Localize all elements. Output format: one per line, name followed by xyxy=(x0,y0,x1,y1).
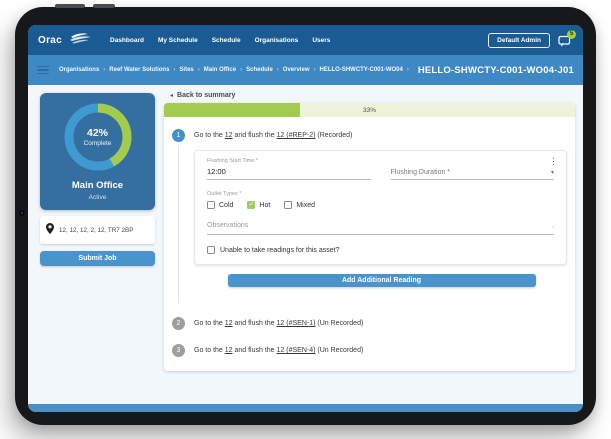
breadcrumb-separator-icon: › xyxy=(406,67,409,73)
breadcrumb-overview[interactable]: Overview xyxy=(283,67,310,73)
check-icon: ✓ xyxy=(248,200,255,208)
job-sidebar: 42% Complete Main Office Active 12, 12, … xyxy=(28,85,160,404)
unable-readings-checkbox[interactable]: ✓ Unable to take readings for this asset… xyxy=(207,246,554,254)
messages-icon[interactable]: 5 xyxy=(558,29,576,47)
outlet-types-group: ✓ Cold ✓ Hot ✓ xyxy=(207,201,554,209)
flushing-start-time-field[interactable]: Flushing Start Time * 12:00 xyxy=(207,158,371,180)
checkbox-cold[interactable]: ✓ Cold xyxy=(207,201,233,209)
breadcrumb-reef-water-solutions[interactable]: Reef Water Solutions xyxy=(109,67,169,73)
step-2-number: 2 xyxy=(172,317,185,330)
step-3-title: Go to the 12 and flush the 12 (#SEN-4) (… xyxy=(194,347,364,354)
add-additional-reading-button[interactable]: Add Additional Reading xyxy=(227,274,536,287)
breadcrumb-separator-icon: › xyxy=(276,67,279,73)
page-title: HELLO-SHWCTY-C001-WO04-J01 xyxy=(417,64,574,76)
resize-grip-icon: ⌟ xyxy=(551,223,554,229)
flushing-start-time-input[interactable]: 12:00 xyxy=(207,167,371,180)
step-1-number: 1 xyxy=(172,129,185,142)
step-3-number: 3 xyxy=(172,344,185,357)
back-to-summary-link[interactable]: ◂ Back to summary xyxy=(170,92,575,99)
breadcrumb-schedule[interactable]: Schedule xyxy=(246,67,273,73)
step-connector xyxy=(178,146,179,303)
breadcrumb-organisations[interactable]: Organisations xyxy=(59,67,99,73)
job-progress-bar: 33% xyxy=(164,103,575,117)
task-stepper: 1 Go to the 12 and flush the 12 (#REP-2)… xyxy=(164,117,575,371)
orac-swoosh-logo-icon xyxy=(68,31,94,49)
nav-dashboard[interactable]: Dashboard xyxy=(110,37,144,44)
job-detail-panel: ◂ Back to summary 33% 1 Go to the 12 and… xyxy=(160,85,583,404)
asset-link[interactable]: 12 (#SEN-4) xyxy=(277,347,316,354)
step-1: 1 Go to the 12 and flush the 12 (#REP-2)… xyxy=(169,129,569,303)
dropdown-caret-icon: ▾ xyxy=(550,170,554,176)
step-3: 3 Go to the 12 and flush the 12 (#SEN-4)… xyxy=(169,344,569,357)
flushing-duration-field[interactable]: Flushing Duration * ▾ xyxy=(390,158,554,180)
breadcrumb-sites[interactable]: Sites xyxy=(179,67,193,73)
breadcrumb-work-order[interactable]: HELLO-SHWCTY-C001-WO04 xyxy=(319,67,402,73)
breadcrumb: Organisations › Reef Water Solutions › S… xyxy=(59,65,574,76)
tablet-volume-button xyxy=(93,4,115,8)
step-1-title: Go to the 12 and flush the 12 (#REP-2) (… xyxy=(194,132,353,139)
site-address: 12, 12, 12, 2, 12, TR7 2BP xyxy=(59,226,134,234)
main-nav: Dashboard My Schedule Schedule Organisat… xyxy=(110,37,330,44)
nav-users[interactable]: Users xyxy=(312,37,330,44)
breadcrumb-separator-icon: › xyxy=(173,67,176,73)
app-logo-text: Orac xyxy=(38,34,62,46)
step-2-title: Go to the 12 and flush the 12 (#SEN-1) (… xyxy=(194,320,364,327)
observations-field[interactable]: Observations ⌟ xyxy=(207,222,554,235)
footer-bar xyxy=(28,404,583,412)
asset-link[interactable]: 12 xyxy=(225,132,233,139)
flushing-duration-select[interactable]: Flushing Duration * ▾ xyxy=(390,169,554,180)
notification-badge: 5 xyxy=(567,29,576,39)
tablet-volume-button xyxy=(55,4,85,8)
site-name: Main Office xyxy=(71,180,124,191)
step-2: 2 Go to the 12 and flush the 12 (#SEN-1)… xyxy=(169,317,569,330)
progress-percent: 42% xyxy=(86,127,108,139)
breadcrumb-bar: Organisations › Reef Water Solutions › S… xyxy=(28,55,583,85)
location-pin-icon xyxy=(46,221,54,239)
reading-form: ⋮ Flushing Start Time * 12:00 Flushing D… xyxy=(194,150,567,265)
site-progress-card: 42% Complete Main Office Active xyxy=(40,93,155,210)
nav-organisations[interactable]: Organisations xyxy=(255,37,299,44)
site-address-row: 12, 12, 12, 2, 12, TR7 2BP xyxy=(40,216,155,244)
progress-caption: Complete xyxy=(83,140,112,147)
menu-icon[interactable] xyxy=(37,65,49,75)
kebab-menu-icon[interactable]: ⋮ xyxy=(549,157,558,166)
asset-link[interactable]: 12 (#SEN-1) xyxy=(277,320,316,327)
flushing-start-time-label: Flushing Start Time * xyxy=(207,158,259,164)
back-arrow-icon: ◂ xyxy=(170,93,174,99)
checkbox-hot[interactable]: ✓ Hot xyxy=(247,201,270,209)
nav-my-schedule[interactable]: My Schedule xyxy=(158,37,198,44)
site-status: Active xyxy=(88,194,107,201)
tablet-front-camera xyxy=(19,210,25,216)
app-screen: Orac Dashboard My Schedule Schedule Orga… xyxy=(28,25,583,412)
job-steps-card: 33% 1 Go to the 12 and flush the 12 (#RE… xyxy=(164,103,575,371)
asset-link[interactable]: 12 xyxy=(225,320,233,327)
breadcrumb-separator-icon: › xyxy=(313,67,316,73)
breadcrumb-main-office[interactable]: Main Office xyxy=(204,67,236,73)
breadcrumb-separator-icon: › xyxy=(240,67,243,73)
progress-donut: 42% Complete xyxy=(62,101,134,173)
app-header: Orac Dashboard My Schedule Schedule Orga… xyxy=(28,25,583,55)
breadcrumb-separator-icon: › xyxy=(103,67,106,73)
checkbox-mixed[interactable]: ✓ Mixed xyxy=(284,201,315,209)
breadcrumb-separator-icon: › xyxy=(197,67,200,73)
asset-link[interactable]: 12 xyxy=(225,347,233,354)
job-progress-label: 33% xyxy=(362,106,376,114)
submit-job-button[interactable]: Submit Job xyxy=(40,251,155,266)
tablet-frame: Orac Dashboard My Schedule Schedule Orga… xyxy=(15,4,596,425)
nav-schedule[interactable]: Schedule xyxy=(212,37,241,44)
default-admin-button[interactable]: Default Admin xyxy=(488,32,550,48)
asset-link[interactable]: 12 (#REP-2) xyxy=(277,132,316,139)
outlet-types-label: Outlet Types * xyxy=(207,191,242,197)
